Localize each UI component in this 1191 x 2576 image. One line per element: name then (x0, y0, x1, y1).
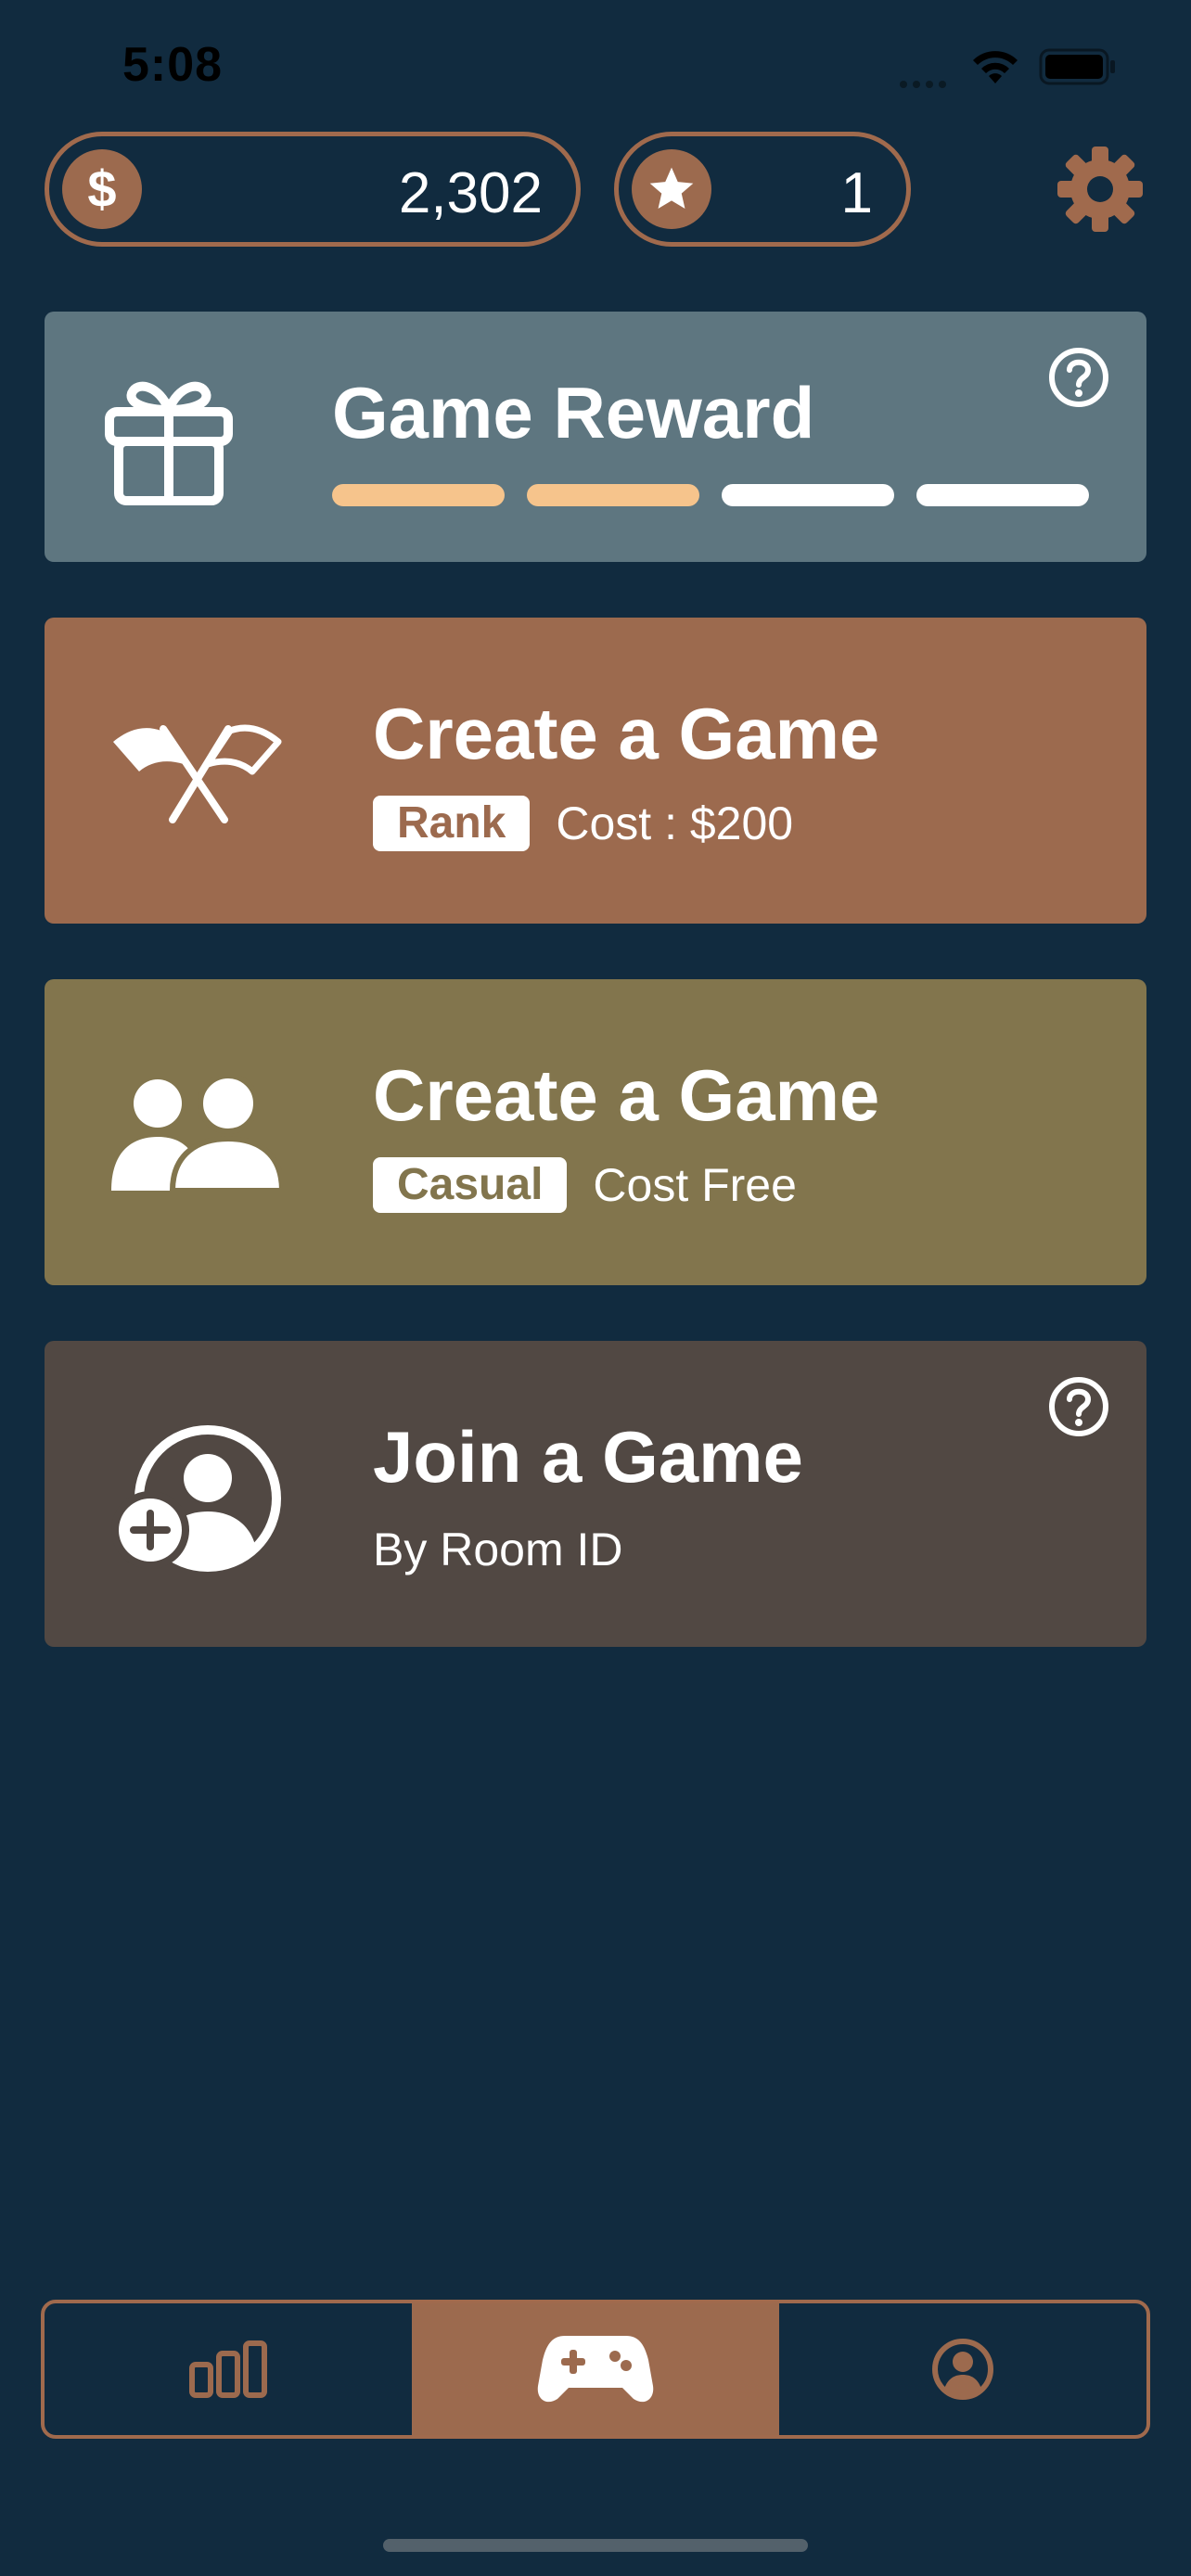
wifi-icon (970, 46, 1020, 90)
flags-icon (111, 721, 282, 828)
rank-cost: Cost : $200 (556, 797, 794, 849)
casual-card-title: Create a Game (373, 1054, 880, 1136)
dollar-symbol: $ (87, 159, 117, 218)
create-rank-game-card[interactable]: Create a Game Rank Cost : $200 (45, 618, 1146, 924)
progress-segment (527, 484, 699, 506)
casual-cost: Cost Free (593, 1159, 797, 1211)
reward-title: Game Reward (332, 372, 815, 453)
tab-play[interactable] (412, 2303, 779, 2435)
progress-segment (722, 484, 894, 506)
rank-card-title: Create a Game (373, 693, 880, 774)
gear-icon[interactable] (1054, 143, 1146, 240)
casual-card-info: Casual Cost Free (373, 1157, 797, 1213)
add-user-icon (111, 1421, 286, 1577)
join-game-card[interactable]: Join a Game By Room ID (45, 1341, 1146, 1647)
casual-tag: Casual (373, 1157, 568, 1213)
reward-progress (332, 484, 1089, 506)
stars-value: 1 (840, 161, 873, 225)
gamepad-icon (537, 2336, 654, 2403)
people-icon (111, 1073, 286, 1195)
star-balance: 1 (614, 132, 911, 247)
game-reward-card[interactable]: Game Reward (45, 312, 1146, 562)
join-card-subtitle: By Room ID (373, 1524, 623, 1575)
progress-segment (916, 484, 1089, 506)
home-indicator (383, 2539, 808, 2552)
dollar-icon: $ (62, 149, 142, 229)
money-balance: $ 2,302 (45, 132, 581, 247)
progress-segment (332, 484, 505, 506)
signal-icon (900, 76, 952, 93)
tab-bar (41, 2300, 1150, 2439)
rank-tag: Rank (373, 796, 531, 851)
tab-leaderboard[interactable] (45, 2303, 412, 2435)
create-casual-game-card[interactable]: Create a Game Casual Cost Free (45, 979, 1146, 1285)
gift-icon (104, 367, 234, 511)
profile-icon (932, 2339, 993, 2400)
help-icon[interactable] (1048, 1376, 1109, 1437)
battery-icon (1039, 48, 1117, 90)
join-card-title: Join a Game (373, 1416, 803, 1498)
leaderboard-icon (189, 2340, 267, 2398)
help-icon[interactable] (1048, 347, 1109, 408)
status-time: 5:08 (122, 38, 224, 92)
money-value: 2,302 (398, 161, 543, 225)
tab-profile[interactable] (779, 2303, 1146, 2435)
rank-card-info: Rank Cost : $200 (373, 796, 793, 851)
star-icon (632, 149, 711, 229)
